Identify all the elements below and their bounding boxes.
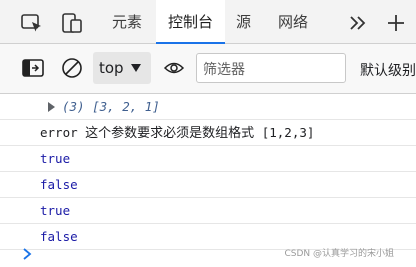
error-line: error 这个参数要求必须是数组格式 [1,2,3] xyxy=(40,120,314,146)
console-toolbar: top 筛选器 默认级别 xyxy=(0,44,416,94)
context-selector[interactable]: top xyxy=(93,52,151,84)
array-summary: (3) [3, 2, 1] xyxy=(62,99,160,114)
watermark: CSDN @认真学习的宋小姐 xyxy=(284,249,394,259)
result-value: false xyxy=(40,177,78,192)
clear-console-icon[interactable] xyxy=(61,57,83,79)
sidebar-toggle-icon[interactable] xyxy=(22,58,44,78)
live-expression-eye-icon[interactable] xyxy=(163,59,185,77)
filter-input[interactable]: 筛选器 xyxy=(196,53,346,83)
error-prefix: error xyxy=(40,125,78,140)
chevron-down-icon xyxy=(131,64,141,72)
console-prompt-chevron-icon[interactable] xyxy=(22,248,32,260)
console-output: (3) [3, 2, 1] error 这个参数要求必须是数组格式 [1,2,3… xyxy=(0,94,416,267)
context-label: top xyxy=(99,59,124,77)
tab-console[interactable]: 控制台 xyxy=(156,0,226,44)
expand-triangle-icon[interactable] xyxy=(48,102,55,112)
console-message-array[interactable]: (3) [3, 2, 1] xyxy=(0,94,416,120)
more-tabs-icon[interactable] xyxy=(346,12,370,34)
inspect-element-icon[interactable] xyxy=(20,12,44,34)
console-message-result: true xyxy=(0,146,416,172)
error-message: 这个参数要求必须是数组格式 xyxy=(85,126,255,141)
tab-sources[interactable]: 源 xyxy=(236,0,251,44)
console-message-error: error 这个参数要求必须是数组格式 [1,2,3] xyxy=(0,120,416,146)
devtools-tab-bar: 元素 控制台 源 网络 xyxy=(0,0,416,44)
filter-placeholder: 筛选器 xyxy=(203,62,245,78)
result-value: false xyxy=(40,229,78,244)
result-value: true xyxy=(40,151,71,166)
add-panel-icon[interactable] xyxy=(384,12,408,34)
log-levels-dropdown[interactable]: 默认级别 xyxy=(360,60,416,80)
tab-elements[interactable]: 元素 xyxy=(112,0,142,44)
result-value: true xyxy=(40,203,71,218)
error-value: [1,2,3] xyxy=(261,125,315,140)
tab-network[interactable]: 网络 xyxy=(278,0,308,44)
console-message-result: true xyxy=(0,198,416,224)
device-toolbar-icon[interactable] xyxy=(60,12,84,34)
console-message-result: false xyxy=(0,172,416,198)
